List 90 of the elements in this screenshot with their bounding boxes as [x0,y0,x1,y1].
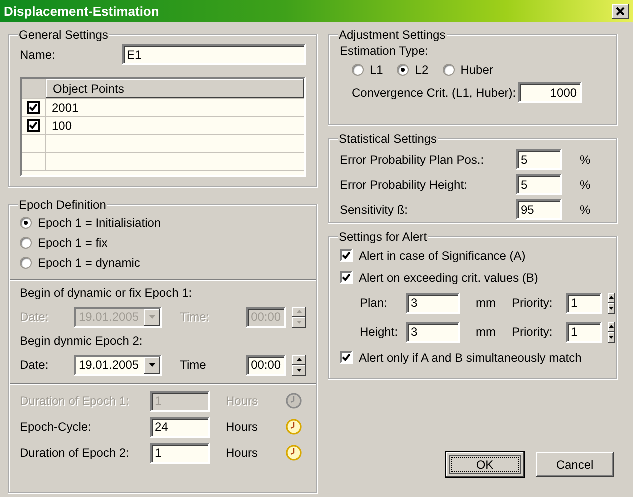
checkbox[interactable] [340,249,353,262]
caret-icon [148,363,156,367]
spin-down-button[interactable] [292,317,306,328]
radio-button[interactable] [397,64,410,76]
unit-label: Hours [226,446,260,460]
spin-up-button[interactable] [608,322,615,332]
unit-label: mm [476,325,497,339]
down-arrow-icon [296,320,302,324]
close-button[interactable] [612,4,629,18]
down-arrow-icon [609,306,614,310]
priority-field[interactable]: 1 [566,322,602,342]
group-title: Statistical Settings [338,132,438,146]
window-title: Displacement-Estimation [4,4,160,18]
radio-button[interactable] [352,64,364,76]
value-field[interactable]: 95 [516,199,562,220]
priority-field[interactable]: 1 [566,292,602,314]
name-field[interactable]: E1 [122,44,306,65]
unit-label: % [580,152,591,166]
value-field[interactable]: 5 [516,149,562,170]
convergence-field[interactable]: 1000 [518,82,582,103]
radio-option[interactable]: Epoch 1 = dynamic [20,254,306,272]
group-title: Adjustment Settings [338,28,447,42]
field-label: Error Probability Height: [340,178,468,192]
spin-up-button[interactable] [608,292,615,303]
duration-field[interactable]: 1 [150,442,210,464]
field-label: Name: [20,48,56,62]
duration-label: Epoch-Cycle: [20,420,92,434]
close-icon [616,6,625,16]
clock-icon [286,445,302,461]
unit-label: % [580,178,591,192]
value-field[interactable]: 5 [516,174,562,195]
field-label: Priority: [512,296,554,310]
checkbox[interactable] [27,119,40,132]
radio-option[interactable]: L2 [397,63,429,77]
spin-up-button[interactable] [292,306,306,317]
checkbox[interactable] [340,351,353,364]
checkbox-option[interactable]: Alert only if A and B simultaneously match [340,348,606,367]
radio-button[interactable] [442,64,455,76]
radio-button[interactable] [20,217,32,229]
spin-down-button[interactable] [608,332,615,342]
limit-field[interactable]: 3 [406,322,460,342]
limit-field[interactable]: 3 [406,292,460,314]
field-label: Plan: [360,296,388,310]
radio-option[interactable]: L1 [352,63,384,77]
field-label: Error Probability Plan Pos.: [340,152,486,166]
duration-field[interactable]: 24 [150,416,210,438]
group-title: Epoch Definition [18,198,108,212]
duration-label: Duration of Epoch 2: [20,446,130,460]
field-label: Sensitivity ß: [340,202,410,216]
field-label: Convergence Crit. (L1, Huber): [352,86,516,100]
table-cell-text: 100 [51,118,74,134]
up-arrow-icon [296,358,302,362]
unit-label: % [580,202,591,216]
up-arrow-icon [609,325,614,328]
clock-icon [286,419,302,435]
down-arrow-icon [296,368,302,372]
time-label: Time [180,358,208,372]
unit-label: Hours [226,420,260,434]
date-label: Date: [20,358,50,372]
section-label: Begin of dynamic or fix Epoch 1: [20,286,192,300]
spin-up-button[interactable] [292,354,306,365]
radio-button[interactable] [20,257,32,269]
caret-icon [148,315,156,319]
radio-button[interactable] [20,237,32,249]
radio-option[interactable]: Huber [442,63,494,77]
time-field[interactable]: 00:00 [246,354,286,376]
down-arrow-icon [609,336,614,339]
spin-down-button[interactable] [292,365,306,376]
unit-label: mm [476,296,497,310]
up-arrow-icon [296,310,302,314]
table-cell-text: 2001 [51,100,80,116]
group-title: Settings for Alert [338,230,428,244]
radio-option[interactable]: Epoch 1 = Initialisiation [20,214,306,232]
field-label: Estimation Type: [340,44,430,58]
up-arrow-icon [609,296,614,300]
section-label: Begin dynmic Epoch 2: [20,334,143,348]
field-label: Priority: [512,325,554,339]
spin-down-button[interactable] [608,303,615,314]
radio-option[interactable]: Epoch 1 = fix [20,234,306,252]
group-title: General Settings [18,28,110,42]
checkbox[interactable] [27,101,40,114]
checkbox-option[interactable]: Alert in case of Significance (A) [340,246,606,265]
clock-icon [286,393,302,409]
field-label: Height: [360,325,400,339]
dialog-button[interactable]: OK [446,452,524,477]
date-dropdown[interactable]: 19.01.2005 [74,354,162,376]
checkbox[interactable] [340,271,353,284]
checkbox-option[interactable]: Alert on exceeding crit. values (B) [340,268,606,287]
column-header[interactable]: Object Points [46,79,304,98]
dialog-button[interactable]: Cancel [536,452,614,477]
